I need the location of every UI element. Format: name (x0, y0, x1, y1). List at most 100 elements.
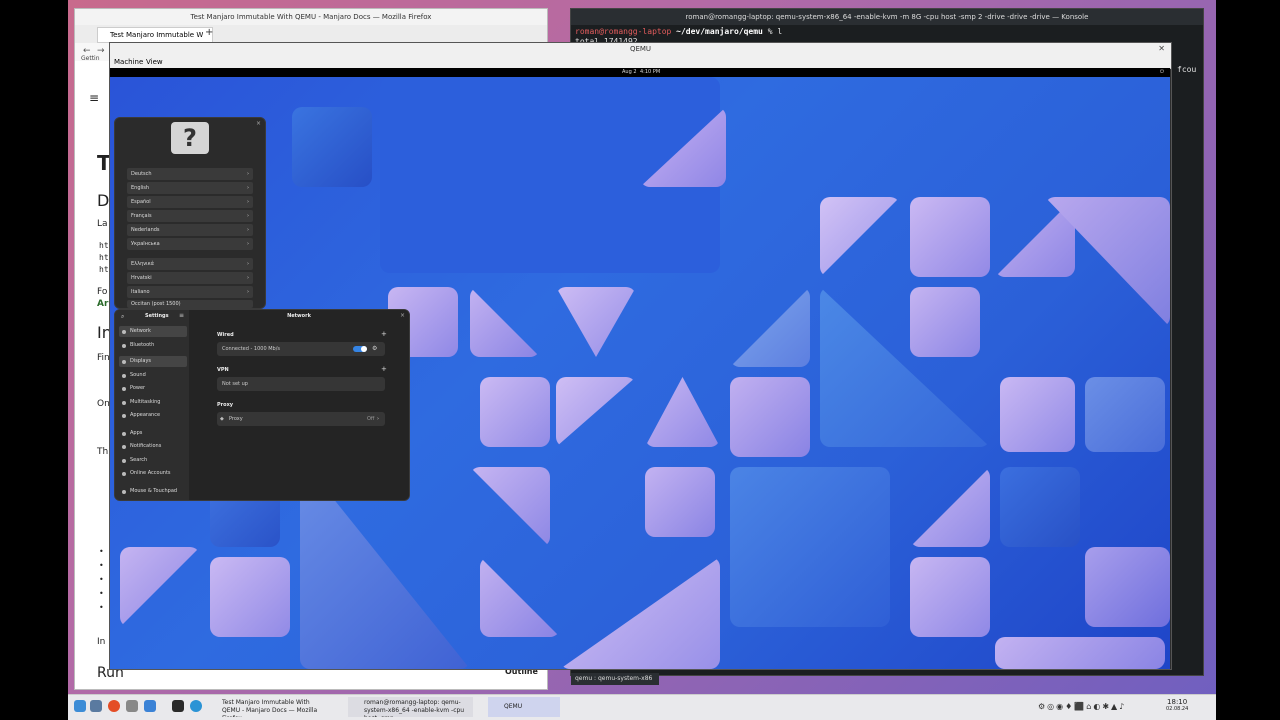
application-launcher-icon[interactable] (74, 700, 86, 712)
proxy-section-title: Proxy (217, 402, 234, 408)
bullet-icon: • (99, 547, 104, 556)
display-icon (122, 359, 126, 364)
help-language-item[interactable]: Deutsch › (127, 168, 253, 180)
terminal-prompt-line: roman@romangg-laptop ~/dev/manjaro/qemu … (575, 27, 782, 36)
wired-section-title: Wired (217, 332, 234, 338)
settings-sidebar-title: Settings (145, 313, 169, 319)
close-icon[interactable]: × (400, 312, 405, 319)
konsole-tab[interactable]: qemu : qemu-system-x86 (571, 673, 659, 685)
qemu-window: QEMU ✕ Machine View Aug 2 4:10 PM ⏻ × ? … (109, 42, 1172, 670)
chrome-icon[interactable] (108, 700, 120, 712)
prompt-user: roman@romangg-laptop (575, 27, 672, 36)
help-question-icon: ? (171, 122, 209, 154)
sidebar-item-notifications[interactable]: Notifications (119, 441, 187, 452)
sidebar-item-sound[interactable]: Sound (119, 370, 187, 381)
help-language-label: Nederlands (131, 227, 160, 233)
add-wired-button[interactable]: + (381, 330, 387, 338)
vpn-row: Not set up (217, 377, 385, 391)
doc-link[interactable]: Ar (97, 299, 108, 309)
mouse-icon (122, 489, 126, 494)
sidebar-item-appearance[interactable]: Appearance (119, 410, 187, 421)
terminal-icon[interactable] (126, 700, 138, 712)
konsole-titlebar[interactable]: roman@romangg-laptop: qemu-system-x86_64… (571, 9, 1203, 25)
sidebar-item-label: Bluetooth (130, 342, 155, 348)
sidebar-item-online-accounts[interactable]: Online Accounts (119, 468, 187, 479)
wired-connection-row[interactable]: Connected - 1000 Mb/s ⚙ (217, 342, 385, 356)
close-icon[interactable]: ✕ (1158, 44, 1165, 53)
power-icon (122, 386, 126, 391)
help-language-item[interactable]: Ελληνικά › (127, 258, 253, 270)
globe-icon[interactable] (190, 700, 202, 712)
chevron-right-icon: › (247, 275, 249, 281)
task-konsole[interactable]: roman@romangg-laptop: qemu-system-x86_64… (348, 697, 473, 717)
system-tray-icons[interactable]: ⚙◎◉♦⬛⌂◐✱▲♪ (1038, 702, 1126, 711)
new-tab-button[interactable]: + (205, 27, 213, 38)
help-language-item[interactable]: Українська › (127, 238, 253, 250)
bullet-icon: • (99, 575, 104, 584)
help-language-item[interactable]: English › (127, 182, 253, 194)
doc-code: ht (99, 265, 109, 274)
prompt-command: % l (767, 27, 783, 36)
folder-icon[interactable] (144, 700, 156, 712)
sidebar-item-label: Multitasking (130, 399, 161, 405)
firefox-tab[interactable]: Test Manjaro Immutable W (97, 27, 213, 43)
firefox-titlebar[interactable]: Test Manjaro Immutable With QEMU - Manja… (75, 9, 547, 25)
proxy-icon: ◆ (220, 416, 224, 422)
help-language-label: Occitan (post 1500) (131, 301, 181, 307)
appearance-icon (122, 413, 126, 418)
gnome-date[interactable]: Aug 2 (622, 68, 637, 77)
page-title: Network (287, 313, 311, 319)
clock-time: 18:10 (1167, 698, 1188, 706)
chevron-right-icon: › (247, 289, 249, 295)
menu-view[interactable]: View (146, 56, 163, 68)
sidebar-item-network[interactable]: Network (119, 326, 187, 337)
help-language-item[interactable]: Hrvatski › (127, 272, 253, 284)
help-language-label: Deutsch (131, 171, 152, 177)
bluetooth-icon (122, 343, 126, 348)
task-firefox[interactable]: Test Manjaro Immutable With QEMU - Manja… (206, 697, 331, 717)
terminal-output-fragment: fcou (1177, 65, 1197, 74)
close-icon[interactable]: × (256, 120, 261, 127)
search-icon[interactable]: ⌕ (121, 313, 124, 321)
add-vpn-button[interactable]: + (381, 365, 387, 373)
help-language-label: Español (131, 199, 151, 205)
settings-window: ⌕ Settings ≡ Network Bluetooth Displays … (114, 309, 410, 501)
taskbar: Test Manjaro Immutable With QEMU - Manja… (68, 694, 1216, 720)
sidebar-item-label: Appearance (130, 412, 161, 418)
help-window: × ? Deutsch › English › Español › Français ›… (114, 117, 266, 309)
chevron-right-icon: › (247, 199, 249, 205)
konsole-icon[interactable] (172, 700, 184, 712)
menu-icon[interactable]: ≡ (89, 91, 99, 105)
sidebar-item-mouse-touchpad[interactable]: Mouse & Touchpad (119, 486, 187, 497)
sidebar-item-power[interactable]: Power (119, 383, 187, 394)
menu-icon[interactable]: ≡ (179, 312, 184, 319)
help-language-item[interactable]: Nederlands › (127, 224, 253, 236)
chevron-right-icon: › (377, 416, 379, 422)
help-language-item[interactable]: Italiano › (127, 286, 253, 298)
wired-toggle[interactable] (353, 346, 367, 352)
sidebar-item-apps[interactable]: Apps (119, 428, 187, 439)
clock[interactable]: 18:10 02.08.24 (1166, 698, 1188, 712)
sidebar-item-multitasking[interactable]: Multitasking (119, 397, 187, 408)
gear-icon[interactable]: ⚙ (372, 342, 377, 356)
help-language-item[interactable]: Français › (127, 210, 253, 222)
sidebar-item-label: Apps (130, 430, 143, 436)
sidebar-item-bluetooth[interactable]: Bluetooth (119, 340, 187, 351)
accounts-icon (122, 471, 126, 476)
doc-text: La (97, 219, 108, 229)
help-language-item[interactable]: Occitan (post 1500) (127, 300, 253, 308)
sidebar-item-label: Notifications (130, 443, 162, 449)
qemu-titlebar[interactable]: QEMU (110, 43, 1171, 56)
proxy-row[interactable]: ◆ Proxy Off › (217, 412, 385, 426)
desktop-icon[interactable] (90, 700, 102, 712)
gnome-time[interactable]: 4:10 PM (640, 68, 660, 77)
help-language-label: Українська (131, 241, 160, 247)
sidebar-item-displays[interactable]: Displays (119, 356, 187, 367)
bullet-icon: • (99, 561, 104, 570)
system-status-icon[interactable]: ⏻ (1160, 68, 1164, 77)
task-qemu[interactable]: QEMU (488, 697, 560, 717)
chevron-right-icon: › (247, 213, 249, 219)
help-language-item[interactable]: Español › (127, 196, 253, 208)
menu-machine[interactable]: Machine (114, 56, 143, 68)
sidebar-item-search[interactable]: Search (119, 455, 187, 466)
